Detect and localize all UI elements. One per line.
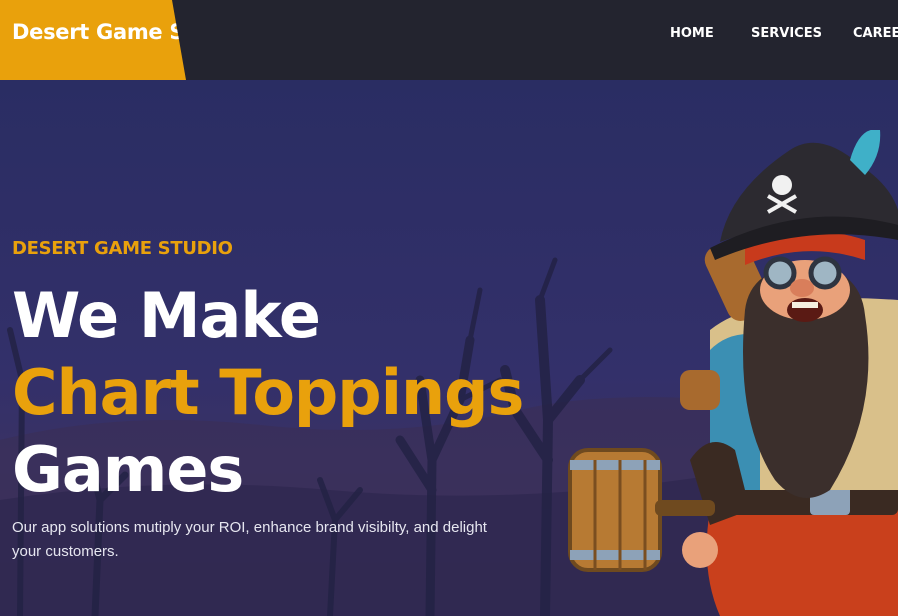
hero-headline-line-2: Chart Toppings [12, 356, 524, 429]
main-nav: HOME SERVICES CAREER [0, 26, 898, 46]
top-navbar: Desert Game Studio HOME SERVICES CAREER [0, 0, 898, 80]
nav-item-home[interactable]: HOME [670, 26, 714, 41]
nav-item-career[interactable]: CAREER [853, 26, 898, 41]
hero-headline-line-3: Games [12, 433, 244, 506]
pirate-character-image [568, 130, 898, 616]
hero-eyebrow: DESERT GAME STUDIO [12, 238, 233, 259]
hero-section: DESERT GAME STUDIO We Make Chart Topping… [0, 80, 898, 616]
hero-headline-line-1: We Make [12, 279, 321, 352]
hero-subtitle: Our app solutions mutiply your ROI, enha… [12, 519, 487, 560]
nav-item-services[interactable]: SERVICES [751, 26, 822, 41]
